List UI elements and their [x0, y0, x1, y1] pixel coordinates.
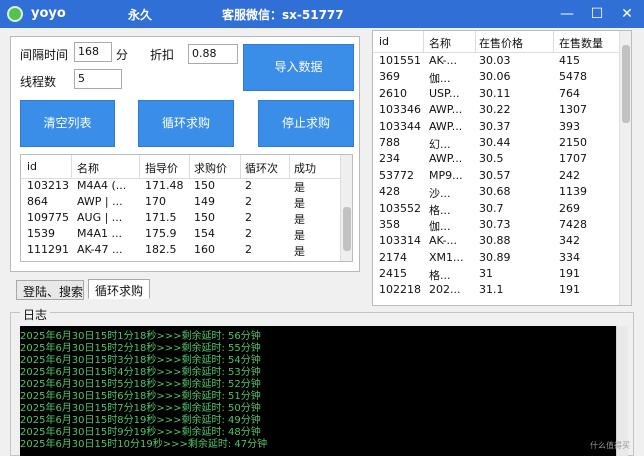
table-header: id 名称 指导价 求购价 循环次 成功 — [21, 155, 352, 179]
table-row[interactable]: 2415 格... 31 191 — [373, 266, 631, 282]
interval-label: 间隔时间 — [20, 48, 69, 62]
buy-order-table[interactable]: id 名称 指导价 求购价 循环次 成功 103213 M4A4 (... 17… — [20, 154, 353, 262]
column-header[interactable]: 循环次 — [245, 160, 278, 176]
table-row[interactable]: 864 AWP | ... 170 149 2 是 — [21, 195, 352, 211]
table-row[interactable]: 102218 202... 31.1 191 — [373, 282, 631, 298]
license-mode: 永久 — [128, 8, 153, 22]
loop-buy-button[interactable]: 循环求购 — [138, 100, 234, 147]
import-data-button[interactable]: 导入数据 — [243, 44, 354, 91]
column-header[interactable]: id — [379, 35, 389, 48]
discount-input[interactable]: 0.88 — [188, 44, 238, 64]
interval-input[interactable]: 168 — [74, 42, 112, 62]
watermark: 什么值得买 — [590, 441, 630, 450]
title-bar: yoyo 永久 客服微信：sx-51777 — ☐ ✕ — [0, 0, 644, 28]
table-row[interactable]: 358 伽... 30.73 7428 — [373, 217, 631, 233]
threads-input[interactable]: 5 — [74, 69, 122, 89]
scrollbar-thumb[interactable] — [343, 207, 351, 251]
column-header[interactable]: 成功 — [294, 160, 316, 176]
table-row[interactable]: 101551 AK-... 30.03 415 — [373, 53, 631, 69]
table-row[interactable]: 103314 AK-... 30.88 342 — [373, 233, 631, 249]
maximize-button[interactable]: ☐ — [587, 4, 607, 24]
table-row[interactable]: 103344 AWP... 30.37 393 — [373, 119, 631, 135]
table-row[interactable]: 109775 AUG | ... 171.5 150 2 是 — [21, 211, 352, 227]
table-row[interactable]: 53772 MP9... 30.57 242 — [373, 168, 631, 184]
log-title: 日志 — [20, 306, 51, 323]
close-button[interactable]: ✕ — [617, 4, 637, 24]
discount-label: 折扣 — [150, 48, 175, 62]
column-header[interactable]: 求购价 — [194, 160, 227, 176]
contact-info: 客服微信：sx-51777 — [222, 8, 344, 22]
log-scrollbar[interactable] — [616, 326, 628, 456]
threads-label: 线程数 — [20, 75, 57, 89]
log-line: 2025年6月30日15时10分19秒>>>剩余延时: 47分钟 — [20, 439, 268, 450]
table-row[interactable]: 1539 M4A1 ... 175.9 154 2 是 — [21, 227, 352, 243]
table-scrollbar[interactable] — [340, 155, 352, 261]
table-row[interactable]: 369 伽... 30.06 5478 — [373, 69, 631, 85]
column-header[interactable]: 在售价格 — [479, 35, 523, 51]
stop-buy-button[interactable]: 停止求购 — [258, 100, 354, 147]
tab-loop-buy[interactable]: 循环求购 — [88, 279, 150, 299]
table-row[interactable]: 103346 AWP... 30.22 1307 — [373, 102, 631, 118]
column-header[interactable]: id — [27, 160, 37, 173]
column-header[interactable]: 在售数量 — [559, 35, 603, 51]
table-row[interactable]: 2610 USP... 30.11 764 — [373, 86, 631, 102]
table-row[interactable]: 103213 M4A4 (... 171.48 150 2 是 — [21, 179, 352, 195]
table-row[interactable]: 111291 AK-47 ... 182.5 160 2 是 — [21, 243, 352, 259]
column-header[interactable]: 名称 — [429, 35, 451, 51]
table-header: id 名称 在售价格 在售数量 — [373, 31, 631, 53]
clear-list-button[interactable]: 清空列表 — [20, 100, 115, 147]
minimize-button[interactable]: — — [557, 4, 577, 24]
app-name: yoyo — [31, 6, 66, 21]
table-row[interactable]: 103552 格... 30.7 269 — [373, 201, 631, 217]
table-row[interactable]: 2174 XM1... 30.89 334 — [373, 250, 631, 266]
log-console[interactable]: 2025年6月30日15时1分18秒>>>剩余延时: 56分钟 2025年6月3… — [20, 326, 616, 456]
table-scrollbar[interactable] — [619, 31, 631, 305]
table-row[interactable]: 234 AWP... 30.5 1707 — [373, 151, 631, 167]
scrollbar-thumb[interactable] — [622, 45, 630, 123]
table-row[interactable]: 788 幻... 30.44 2150 — [373, 135, 631, 151]
tab-login-search[interactable]: 登陆、搜索 — [16, 280, 84, 300]
interval-unit: 分 — [116, 48, 129, 62]
column-header[interactable]: 指导价 — [145, 160, 178, 176]
market-listing-table[interactable]: id 名称 在售价格 在售数量 101551 AK-... 30.03 415 369… — [372, 30, 632, 306]
table-row[interactable]: 428 沙... 30.68 1139 — [373, 184, 631, 200]
column-header[interactable]: 名称 — [77, 160, 99, 176]
app-logo-icon — [7, 6, 23, 22]
